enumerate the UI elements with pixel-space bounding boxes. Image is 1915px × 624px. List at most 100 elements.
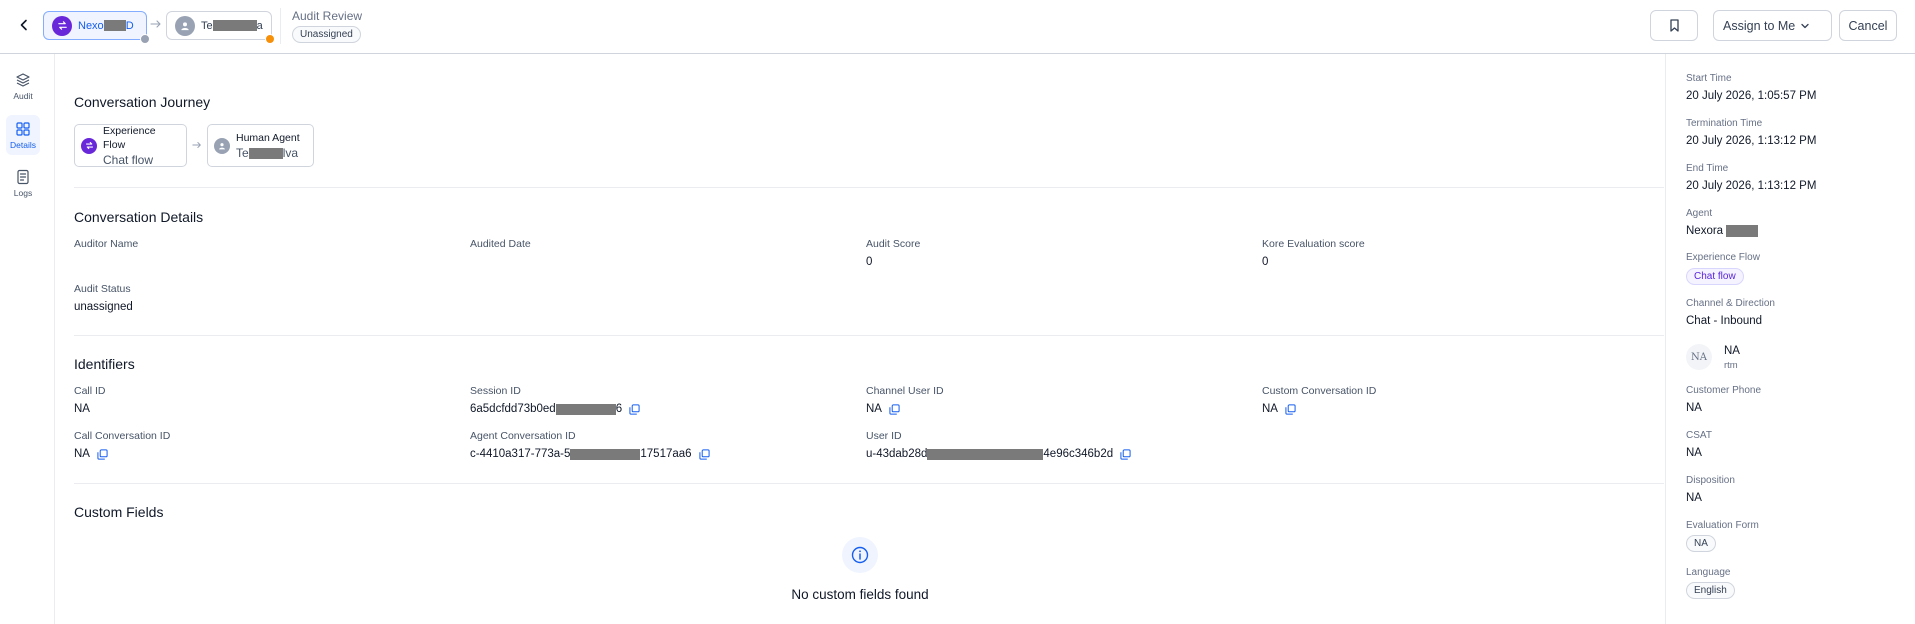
csat-value: NA	[1686, 447, 1702, 459]
experience-flow-label: Experience Flow	[1686, 252, 1760, 263]
user-chip[interactable]: Te a	[166, 11, 275, 44]
end-time-value: 20 July 2026, 1:13:12 PM	[1686, 180, 1817, 192]
user-icon	[214, 137, 230, 154]
custom-conversation-id-value: NA	[1262, 403, 1296, 415]
rail-item-label: Audit	[13, 90, 33, 101]
divider	[74, 335, 1664, 336]
journey-step-experience-flow[interactable]: Experience Flow Chat flow	[74, 124, 187, 167]
value-text: NA	[866, 403, 882, 415]
empty-state-text: No custom fields found	[791, 587, 929, 602]
customer-channel: rtm	[1724, 360, 1738, 371]
value-text: NA	[74, 448, 90, 460]
flow-icon	[81, 137, 97, 154]
redacted-block	[248, 147, 283, 159]
status-badge: Unassigned	[292, 26, 361, 43]
rail-item-logs[interactable]: Logs	[6, 163, 40, 203]
arrow-right-icon	[150, 20, 161, 28]
channel-user-id-label: Channel User ID	[866, 385, 944, 397]
start-time-label: Start Time	[1686, 73, 1732, 84]
language-badge: English	[1686, 582, 1735, 599]
value-text: NA	[1262, 403, 1278, 415]
custom-fields-title: Custom Fields	[74, 504, 164, 520]
conversation-details-title: Conversation Details	[74, 209, 204, 225]
agent-conversation-id-value: c-4410a317-773a-5 17517aa6	[470, 448, 710, 460]
redacted-block	[1726, 225, 1759, 237]
end-time-label: End Time	[1686, 163, 1729, 174]
termination-time-value: 20 July 2026, 1:13:12 PM	[1686, 135, 1817, 147]
agent-chip[interactable]: Nexo D	[43, 11, 150, 44]
divider	[74, 187, 1664, 188]
audit-score-value: 0	[866, 256, 873, 268]
divider	[280, 8, 281, 44]
back-button[interactable]	[14, 15, 34, 35]
call-id-value: NA	[74, 403, 90, 415]
agent-chip-prefix: Nexo	[78, 19, 104, 32]
assign-to-me-button[interactable]: Assign to Me	[1713, 10, 1832, 41]
customer-name: NA	[1724, 345, 1740, 357]
rail-item-details[interactable]: Details	[6, 115, 40, 155]
left-rail: Audit Details Logs	[0, 54, 55, 624]
bookmark-icon	[1669, 19, 1679, 32]
disposition-label: Disposition	[1686, 475, 1735, 486]
value-prefix: c-4410a317-773a-5	[470, 448, 571, 460]
rail-item-audit[interactable]: Audit	[6, 66, 40, 106]
csat-label: CSAT	[1686, 430, 1712, 441]
value-suffix: 4e96c346b2d	[1043, 448, 1114, 460]
redacted-block	[570, 448, 641, 460]
journey-step-value: Chat flow	[103, 152, 154, 167]
value-prefix: Te	[236, 145, 249, 160]
copy-icon[interactable]	[1285, 403, 1296, 415]
status-badge	[265, 34, 275, 44]
journey-step-human-agent[interactable]: Human Agent Te lva	[207, 124, 314, 167]
kore-score-label: Kore Evaluation score	[1262, 238, 1365, 250]
audit-review-title: Audit Review	[292, 9, 363, 23]
copy-icon[interactable]	[889, 403, 900, 415]
channel-direction-label: Channel & Direction	[1686, 298, 1775, 309]
value-prefix: u-43dab28d	[866, 448, 928, 460]
assign-label: Assign to Me	[1723, 18, 1796, 33]
journey-step-value: Te lva	[236, 145, 300, 161]
custom-conversation-id-label: Custom Conversation ID	[1262, 385, 1377, 397]
disposition-value: NA	[1686, 492, 1702, 504]
copy-icon[interactable]	[97, 448, 108, 460]
copy-icon[interactable]	[1120, 448, 1131, 460]
value-suffix: 6	[615, 403, 623, 415]
agent-label: Agent	[1686, 208, 1713, 219]
agent-value: Nexora	[1686, 225, 1759, 238]
journey-step-label: Experience Flow	[103, 124, 156, 151]
redacted-block	[103, 20, 126, 31]
top-bar: Nexo D Te a Audit Review Unassigned Assi…	[0, 0, 1915, 54]
user-chip-suffix: a	[256, 19, 263, 32]
channel-direction-value: Chat - Inbound	[1686, 315, 1763, 327]
customer-phone-label: Customer Phone	[1686, 385, 1762, 396]
conversation-journey-title: Conversation Journey	[74, 94, 211, 110]
copy-icon[interactable]	[629, 403, 640, 415]
copy-icon[interactable]	[698, 448, 710, 460]
summary-panel: Start Time 20 July 2026, 1:05:57 PM Term…	[1665, 54, 1915, 624]
bookmark-button[interactable]	[1650, 10, 1698, 41]
user-id-label: User ID	[866, 430, 902, 442]
agent-name: Nexora	[1686, 225, 1724, 238]
termination-time-label: Termination Time	[1686, 118, 1763, 129]
audit-status-value: unassigned	[74, 301, 133, 313]
audit-score-label: Audit Score	[866, 238, 921, 250]
user-icon	[175, 15, 195, 36]
arrow-right-icon	[192, 142, 201, 148]
auditor-name-label: Auditor Name	[74, 238, 139, 250]
evaluation-form-badge: NA	[1686, 535, 1716, 552]
cancel-button[interactable]: Cancel	[1839, 10, 1897, 41]
main-content: Conversation Journey Experience Flow Cha…	[56, 54, 1664, 624]
agent-conversation-id-label: Agent Conversation ID	[470, 430, 576, 442]
chevron-left-icon	[20, 19, 27, 31]
redacted-block	[927, 448, 1044, 460]
identifiers-title: Identifiers	[74, 356, 135, 372]
experience-flow-badge: Chat flow	[1686, 268, 1744, 285]
redacted-block	[555, 403, 616, 415]
user-id-value: u-43dab28d 4e96c346b2d	[866, 448, 1131, 460]
info-icon	[842, 537, 878, 573]
value-suffix: 17517aa6	[640, 448, 692, 460]
start-time-value: 20 July 2026, 1:05:57 PM	[1686, 90, 1817, 102]
call-id-label: Call ID	[74, 385, 106, 397]
value-suffix: lva	[282, 145, 299, 160]
journey-step-label: Human Agent	[236, 131, 300, 144]
